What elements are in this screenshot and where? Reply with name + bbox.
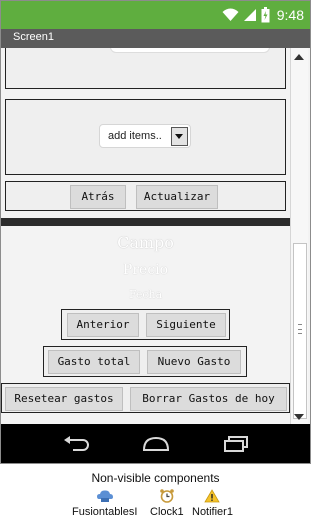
- component-name: Notifier1: [192, 506, 233, 518]
- list-picker[interactable]: add items..: [99, 124, 191, 148]
- next-button[interactable]: Siguiente: [146, 313, 226, 337]
- title-bar: Screen1: [1, 29, 310, 48]
- navigation-arrangement: Atrás Actualizar: [5, 181, 286, 211]
- component-name: FusiontablesI: [72, 506, 138, 518]
- screen-title: Screen1: [13, 31, 54, 43]
- field-label: Campo: [117, 233, 174, 252]
- component-item[interactable]: FusiontablesI: [72, 489, 137, 518]
- back-icon[interactable]: [63, 436, 91, 452]
- delete-today-button[interactable]: Borrar Gastos de hoy: [130, 387, 287, 411]
- signal-icon: [243, 9, 256, 21]
- screen-content: add items.. Atrás Actualizar Campo Preci…: [1, 48, 290, 424]
- scroll-down-icon[interactable]: [294, 414, 304, 420]
- price-label: Precio: [122, 262, 169, 278]
- back-button[interactable]: Atrás: [70, 185, 126, 209]
- pager-arrangement: Anterior Siguiente: [61, 309, 230, 340]
- battery-icon: [261, 7, 270, 23]
- component-name: Clock1: [150, 506, 184, 518]
- update-button[interactable]: Actualizar: [136, 185, 218, 209]
- date-label: Fecha: [128, 288, 163, 301]
- new-expense-button[interactable]: Nuevo Gasto: [147, 350, 241, 374]
- reset-arrangement: Resetear gastos Borrar Gastos de hoy: [1, 383, 290, 413]
- recent-apps-icon[interactable]: [223, 436, 249, 452]
- warning-icon: [204, 489, 221, 503]
- navigation-bar: [1, 424, 310, 463]
- status-time: 9:48: [276, 7, 304, 23]
- top-arrangement: [5, 48, 286, 89]
- non-visible-title: Non-visible components: [91, 471, 220, 485]
- fusiontables-icon: [96, 490, 113, 502]
- clock-icon: [160, 489, 174, 503]
- text-input[interactable]: [110, 48, 270, 53]
- component-item[interactable]: Notifier1: [192, 489, 233, 518]
- scroll-thumb[interactable]: [293, 243, 307, 419]
- list-arrangement: add items..: [5, 99, 286, 175]
- grip-icon: [298, 324, 302, 334]
- wifi-icon: [222, 8, 239, 21]
- phone-screen: 9:48 Screen1 add items.. Atrás Actualiza…: [0, 0, 311, 464]
- total-expense-button[interactable]: Gasto total: [48, 350, 140, 374]
- previous-button[interactable]: Anterior: [67, 313, 139, 337]
- component-item[interactable]: Clock1: [150, 489, 184, 518]
- reset-expenses-button[interactable]: Resetear gastos: [5, 387, 123, 411]
- non-visible-components: Non-visible components FusiontablesI Clo…: [0, 464, 311, 527]
- status-bar: 9:48: [1, 1, 310, 29]
- chevron-down-icon[interactable]: [171, 127, 188, 146]
- scrollbar[interactable]: [290, 48, 308, 424]
- expenses-arrangement: Gasto total Nuevo Gasto: [43, 346, 247, 377]
- divider: [1, 218, 290, 226]
- scroll-up-icon[interactable]: [294, 54, 304, 60]
- list-picker-label: add items..: [108, 130, 162, 142]
- home-icon[interactable]: [142, 436, 170, 452]
